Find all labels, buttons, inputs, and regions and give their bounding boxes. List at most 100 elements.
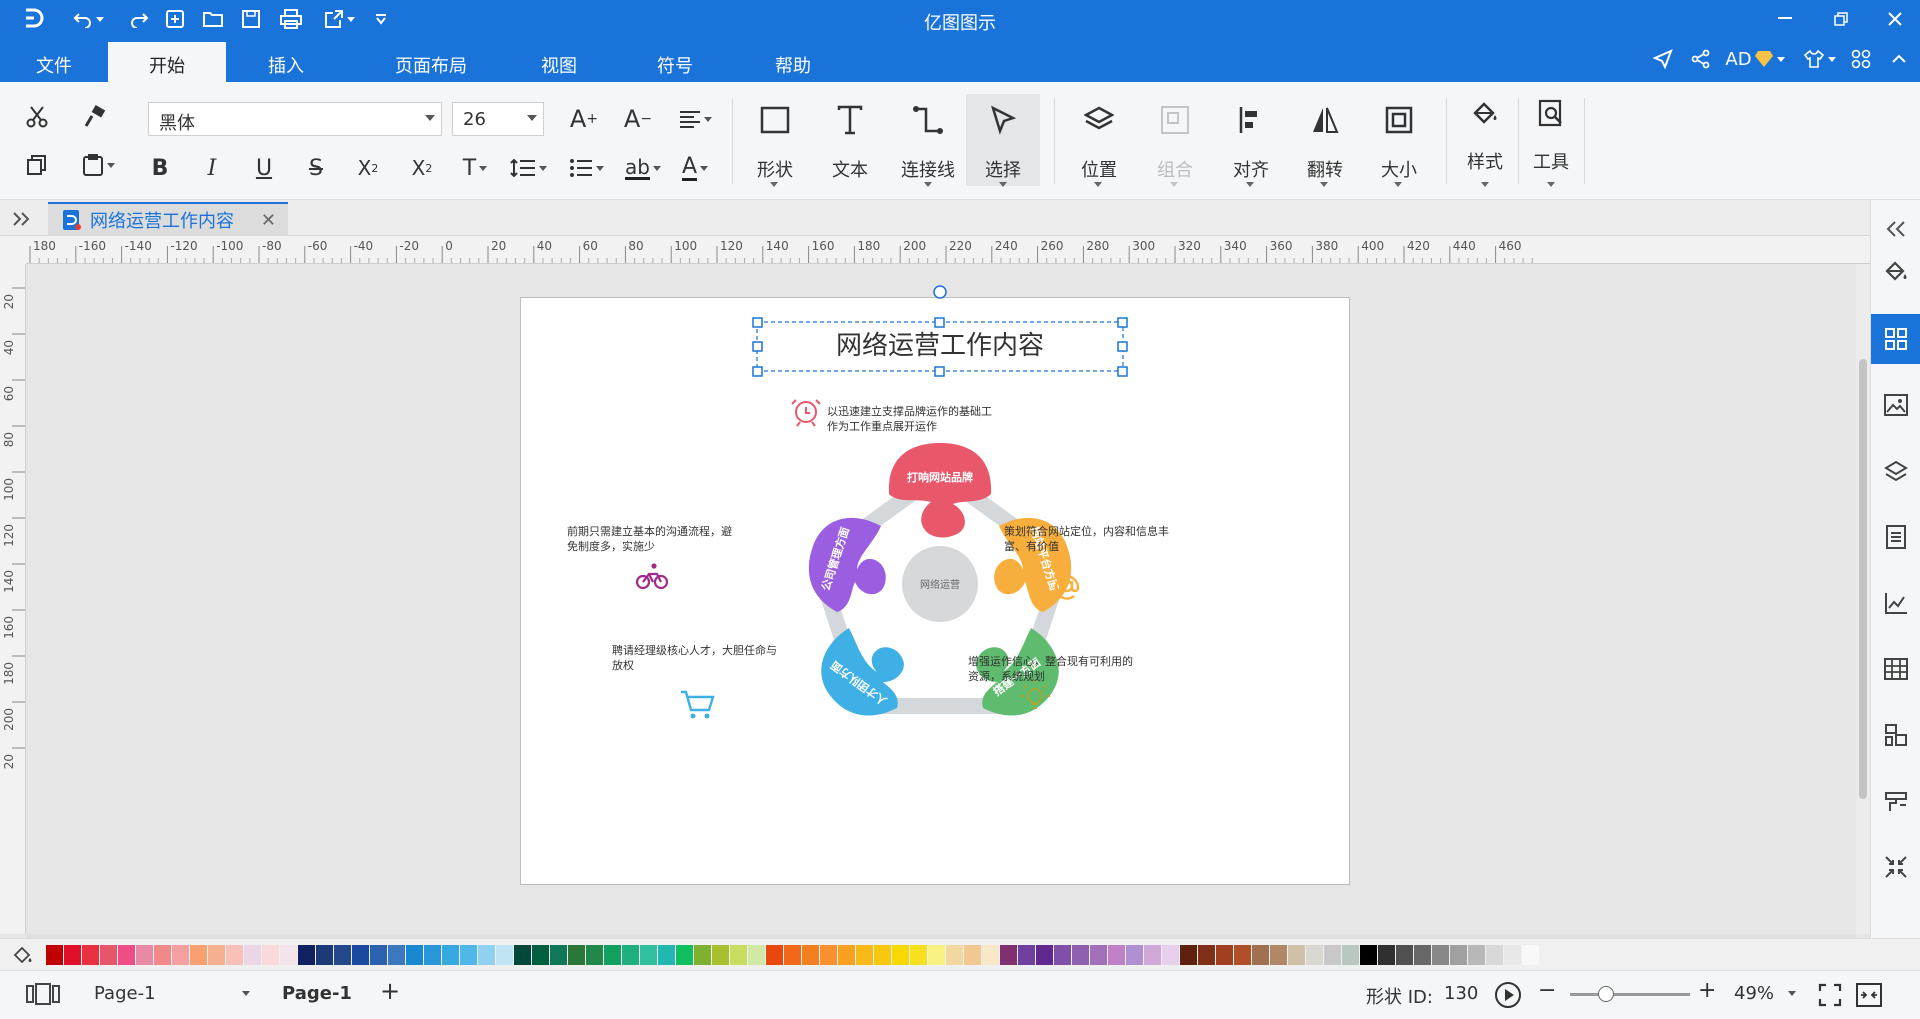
color-swatch[interactable] [82, 945, 99, 965]
horizontal-ruler[interactable]: 180 -160 -140 -120 -100 -80 -60 -40 -20 0 20 40 60 80… [26, 236, 1870, 264]
minimize-icon[interactable] [1768, 6, 1802, 32]
color-swatch[interactable] [1414, 945, 1431, 965]
drawing-canvas[interactable]: 网络运营工作内容 网络运营 打响网站品牌 网站平台方面 搭建一方面 人才团队方面… [26, 264, 1856, 934]
send-icon[interactable] [1648, 46, 1678, 72]
color-swatch[interactable] [1504, 945, 1521, 965]
color-swatch[interactable] [640, 945, 657, 965]
color-swatch[interactable] [1342, 945, 1359, 965]
color-swatch[interactable] [496, 945, 513, 965]
color-swatch[interactable] [478, 945, 495, 965]
color-swatch[interactable] [550, 945, 567, 965]
connector-button[interactable]: 连接线 [890, 94, 966, 187]
bullet-list-icon[interactable] [562, 152, 610, 184]
color-swatch[interactable] [280, 945, 297, 965]
color-swatch[interactable] [1288, 945, 1305, 965]
color-swatch[interactable] [1162, 945, 1179, 965]
color-swatch[interactable] [658, 945, 675, 965]
cut-icon[interactable] [20, 100, 54, 134]
apps-grid-icon[interactable] [1846, 46, 1876, 72]
resize-handle[interactable] [1117, 366, 1128, 377]
color-swatch[interactable] [712, 945, 729, 965]
skin-shirt-icon[interactable] [1800, 46, 1838, 72]
save-icon[interactable] [236, 6, 266, 32]
color-swatch[interactable] [298, 945, 315, 965]
page-document-icon[interactable] [1871, 512, 1920, 562]
fill-color-icon[interactable] [10, 943, 36, 967]
zoom-select[interactable]: 49% [1734, 983, 1796, 1004]
vertical-ruler[interactable]: 02040608010012014016018020020 [0, 264, 26, 934]
app-logo-icon[interactable] [18, 6, 48, 32]
color-swatch[interactable] [1324, 945, 1341, 965]
color-swatch[interactable] [154, 945, 171, 965]
color-swatch[interactable] [316, 945, 333, 965]
color-swatch[interactable] [352, 945, 369, 965]
format-painter-icon[interactable] [78, 100, 112, 134]
resize-handle[interactable] [752, 341, 763, 352]
color-swatch[interactable] [874, 945, 891, 965]
close-tab-icon[interactable]: ✕ [261, 210, 276, 231]
italic-icon[interactable]: I [196, 152, 228, 184]
size-button[interactable]: 大小 [1364, 94, 1434, 187]
shape-button[interactable]: 形状 [740, 94, 810, 187]
resize-handle[interactable] [752, 366, 763, 377]
color-swatch[interactable] [982, 945, 999, 965]
style-button[interactable]: 样式 [1452, 94, 1518, 187]
resize-handle[interactable] [752, 317, 763, 328]
color-swatch[interactable] [1306, 945, 1323, 965]
undo-icon[interactable] [68, 6, 108, 32]
fill-bucket-icon[interactable] [1871, 246, 1920, 296]
color-swatch[interactable] [424, 945, 441, 965]
color-swatch[interactable] [892, 945, 909, 965]
font-size-select[interactable]: 26 [452, 102, 544, 136]
new-file-icon[interactable] [160, 6, 190, 32]
color-swatch[interactable] [1108, 945, 1125, 965]
color-swatch[interactable] [514, 945, 531, 965]
color-swatch[interactable] [946, 945, 963, 965]
color-swatch[interactable] [64, 945, 81, 965]
color-swatch[interactable] [622, 945, 639, 965]
print-icon[interactable] [276, 6, 306, 32]
group-button[interactable]: 组合 [1140, 94, 1210, 187]
color-swatch[interactable] [262, 945, 279, 965]
superscript-icon[interactable]: X2 [350, 152, 386, 184]
close-window-icon[interactable] [1878, 6, 1912, 32]
color-swatch[interactable] [1090, 945, 1107, 965]
menu-file[interactable]: 文件 [0, 42, 108, 82]
menu-symbols[interactable]: 符号 [632, 42, 718, 82]
bold-icon[interactable]: B [144, 152, 176, 184]
color-swatch[interactable] [172, 945, 189, 965]
strikethrough-icon[interactable]: S [300, 152, 332, 184]
color-swatch[interactable] [334, 945, 351, 965]
font-family-select[interactable]: 黑体 [148, 102, 442, 136]
color-swatch[interactable] [1522, 945, 1539, 965]
color-swatch[interactable] [676, 945, 693, 965]
color-swatch[interactable] [1270, 945, 1287, 965]
color-swatch[interactable] [784, 945, 801, 965]
copy-icon[interactable] [20, 148, 54, 182]
color-swatch[interactable] [568, 945, 585, 965]
menu-insert[interactable]: 插入 [226, 42, 346, 82]
paste-icon[interactable] [74, 148, 122, 182]
color-swatch[interactable] [226, 945, 243, 965]
color-swatch[interactable] [1396, 945, 1413, 965]
org-chart-icon[interactable] [1871, 710, 1920, 760]
select-button[interactable]: 选择 [966, 94, 1040, 187]
color-swatch[interactable] [1432, 945, 1449, 965]
color-swatch[interactable] [1000, 945, 1017, 965]
rotate-handle[interactable] [933, 285, 947, 299]
color-swatch[interactable] [1054, 945, 1071, 965]
decrease-font-icon[interactable]: A − [620, 102, 656, 136]
grid-layout-icon[interactable] [1871, 314, 1920, 364]
expand-library-icon[interactable] [8, 206, 36, 232]
color-swatch[interactable] [1468, 945, 1485, 965]
puzzle-piece-brand[interactable]: 打响网站品牌 [888, 443, 992, 538]
color-swatch[interactable] [1126, 945, 1143, 965]
color-swatch[interactable] [190, 945, 207, 965]
shrink-arrows-icon[interactable] [1871, 842, 1920, 892]
color-swatch[interactable] [1072, 945, 1089, 965]
menu-home[interactable]: 开始 [108, 42, 226, 82]
restore-icon[interactable] [1824, 6, 1858, 32]
resize-handle[interactable] [934, 317, 945, 328]
color-swatch[interactable] [1216, 945, 1233, 965]
color-swatch[interactable] [928, 945, 945, 965]
